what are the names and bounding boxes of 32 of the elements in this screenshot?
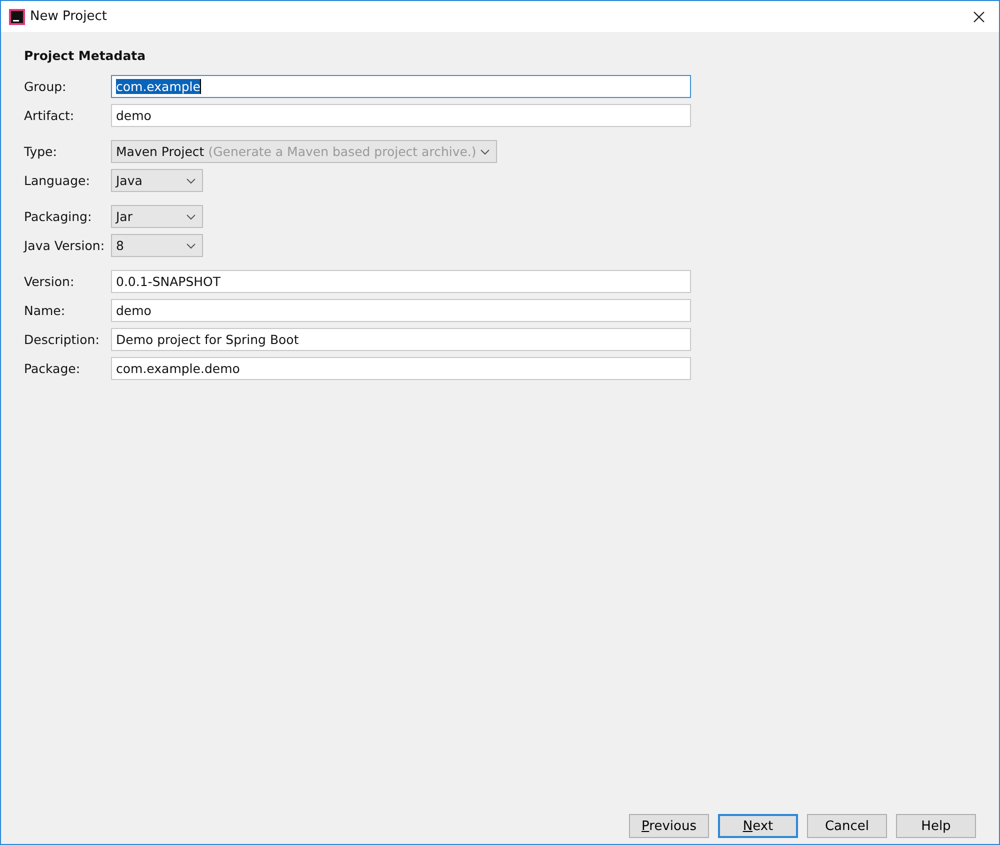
window-title: New Project <box>30 9 108 24</box>
field-label: Packaging: <box>24 209 93 224</box>
dialog-button[interactable]: Previous <box>629 814 709 838</box>
dropdown[interactable]: Java <box>111 169 203 192</box>
text-field[interactable]: 0.0.1-SNAPSHOT <box>111 270 691 293</box>
field-label: Language: <box>24 173 91 188</box>
field-label: Type: <box>24 144 58 159</box>
text-field[interactable]: demo <box>111 104 691 127</box>
text-field[interactable]: com.example <box>111 75 691 98</box>
dropdown[interactable]: Maven Project (Generate a Maven based project archive.) <box>111 140 497 163</box>
field-label: Java Version: <box>24 238 106 253</box>
chevron-down-icon <box>186 214 196 220</box>
field-label: Artifact: <box>24 108 76 123</box>
chevron-down-icon <box>480 148 490 154</box>
dialog-button[interactable]: Next <box>718 814 798 838</box>
field-label: Group: <box>24 79 68 94</box>
chevron-down-icon <box>186 242 196 248</box>
section-title: Project Metadata <box>24 48 147 63</box>
text-field[interactable]: demo <box>111 299 691 322</box>
dialog-button[interactable]: Cancel <box>807 814 887 838</box>
dialog-button[interactable]: Help <box>896 814 976 838</box>
app-icon <box>9 8 25 24</box>
field-label: Version: <box>24 274 76 289</box>
field-label: Name: <box>24 303 66 318</box>
text-field[interactable]: com.example.demo <box>111 357 691 380</box>
dropdown[interactable]: 8 <box>111 234 203 257</box>
close-icon[interactable] <box>973 10 985 22</box>
text-field[interactable]: Demo project for Spring Boot <box>111 328 691 351</box>
field-label: Package: <box>24 361 82 376</box>
chevron-down-icon <box>186 178 196 184</box>
dropdown[interactable]: Jar <box>111 205 203 228</box>
field-label: Description: <box>24 332 100 347</box>
